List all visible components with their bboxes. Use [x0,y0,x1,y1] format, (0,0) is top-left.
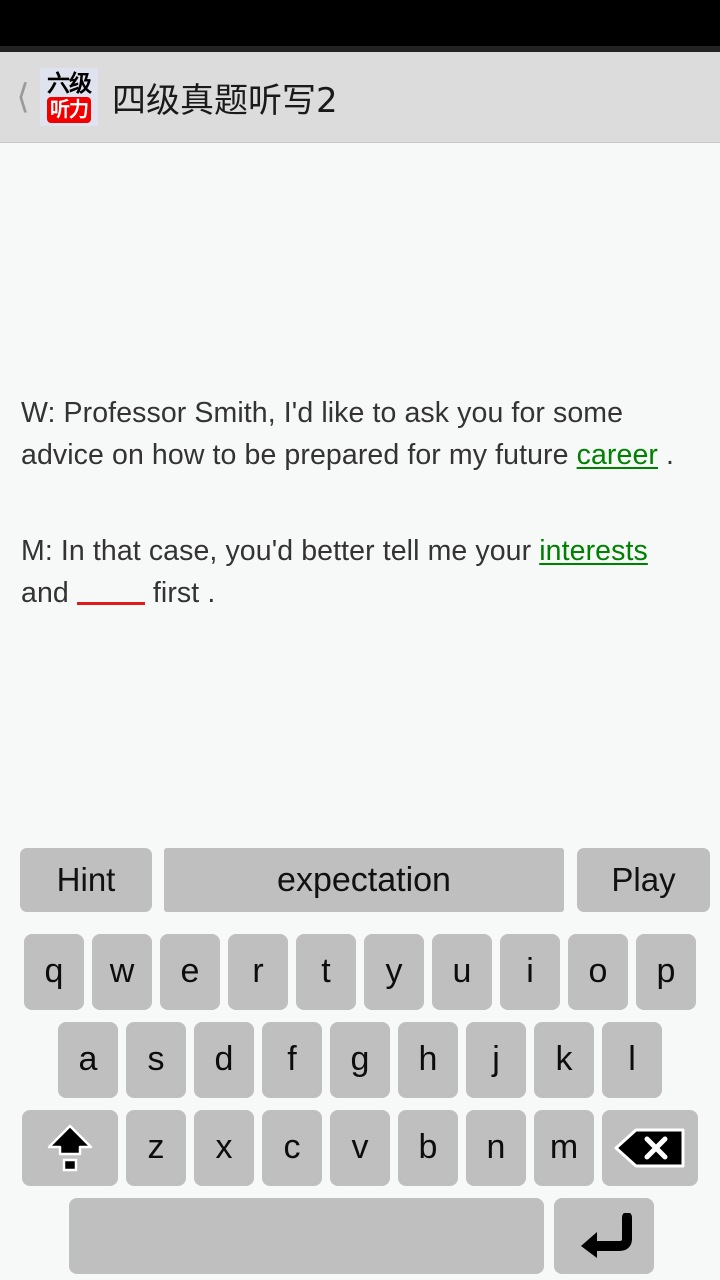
filled-word-career[interactable]: career [577,439,658,471]
paragraph-2-prefix: M: In that case, you'd better tell me yo… [21,535,540,567]
key-q[interactable]: q [24,933,84,1010]
space-key[interactable] [68,1197,544,1274]
key-l[interactable]: l [602,1021,662,1098]
suggestion-button[interactable]: expectation [164,848,564,912]
dictation-content: W: Professor Smith, I'd like to ask you … [0,143,720,838]
enter-icon [573,1211,635,1259]
transcript-paragraph-1: W: Professor Smith, I'd like to ask you … [21,392,701,476]
hint-button[interactable]: Hint [20,848,152,912]
key-c[interactable]: c [262,1109,322,1186]
action-bar: Hint expectation Play [0,848,720,912]
key-o[interactable]: o [568,933,628,1010]
key-m[interactable]: m [534,1109,594,1186]
app-icon-line2: 听力 [47,96,91,123]
shift-key[interactable] [22,1109,118,1186]
key-g[interactable]: g [330,1021,390,1098]
key-x[interactable]: x [194,1109,254,1186]
key-i[interactable]: i [500,933,560,1010]
paragraph-2-suffix: first . [144,577,216,609]
key-w[interactable]: w [92,933,152,1010]
shift-icon [46,1123,94,1173]
key-d[interactable]: d [194,1021,254,1098]
app-header: ⟨ 六级 听力 四级真题听写2 [0,52,720,143]
key-r[interactable]: r [228,933,288,1010]
keyboard-row-2: a s d f g h j k l [0,1020,720,1099]
key-u[interactable]: u [432,933,492,1010]
key-s[interactable]: s [126,1021,186,1098]
answer-blank[interactable] [76,602,145,605]
key-h[interactable]: h [398,1021,458,1098]
app-icon: 六级 听力 [40,68,98,126]
play-button[interactable]: Play [577,848,710,912]
keyboard-row-3: z x c v b n m [0,1108,720,1187]
key-b[interactable]: b [398,1109,458,1186]
status-bar [0,0,720,46]
backspace-key[interactable] [602,1109,698,1186]
enter-key[interactable] [553,1197,654,1274]
filled-word-interests[interactable]: interests [539,535,648,567]
paragraph-1-suffix: . [658,439,675,471]
key-y[interactable]: y [364,933,424,1010]
key-n[interactable]: n [466,1109,526,1186]
key-t[interactable]: t [296,933,356,1010]
key-v[interactable]: v [330,1109,390,1186]
backspace-icon [614,1127,686,1169]
key-z[interactable]: z [126,1109,186,1186]
app-icon-line1: 六级 [47,70,92,97]
key-k[interactable]: k [534,1021,594,1098]
key-f[interactable]: f [262,1021,322,1098]
play-button-label: Play [611,861,676,898]
paragraph-1-prefix: W: Professor Smith, I'd like to ask you … [21,397,624,471]
key-e[interactable]: e [160,933,220,1010]
chevron-left-icon[interactable]: ⟨ [6,80,40,114]
keyboard-row-1: q w e r t y u i o p [0,932,720,1011]
key-j[interactable]: j [466,1021,526,1098]
page-title: 四级真题听写2 [112,80,338,121]
paragraph-2-mid: and [21,577,77,609]
key-a[interactable]: a [58,1021,118,1098]
hint-button-label: Hint [56,861,116,898]
suggestion-button-label: expectation [277,860,451,899]
onscreen-keyboard: q w e r t y u i o p a s d f g h j k l z … [0,925,720,1280]
transcript-paragraph-2: M: In that case, you'd better tell me yo… [21,530,701,614]
key-p[interactable]: p [636,933,696,1010]
keyboard-row-4 [0,1196,720,1275]
